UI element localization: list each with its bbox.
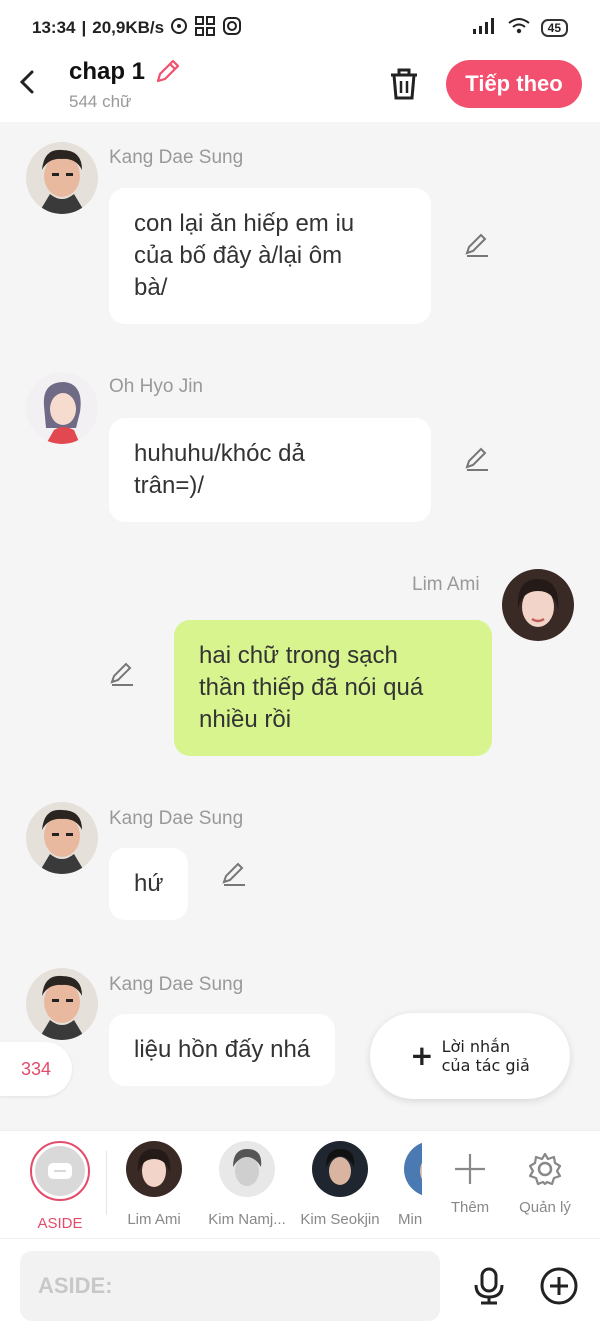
status-bar: 13:34 | 20,9KB/s 45 — [0, 0, 600, 56]
avatar — [219, 1141, 275, 1197]
character-aside[interactable]: ASIDE — [16, 1141, 104, 1232]
delete-button[interactable] — [386, 64, 422, 104]
edit-message-icon[interactable] — [463, 231, 491, 259]
microphone-button[interactable] — [468, 1265, 510, 1307]
status-speed: 20,9KB/s — [92, 18, 165, 37]
manage-label: Quản lý — [519, 1199, 571, 1216]
add-button[interactable] — [538, 1265, 580, 1307]
avatar-oh-hyo-jin[interactable] — [26, 372, 98, 444]
avatar-kang-dae-sung[interactable] — [26, 802, 98, 874]
signal-icon — [471, 17, 497, 40]
chat-area: Kang Dae Sung con lại ăn hiếp em iu của … — [0, 122, 600, 1130]
status-separator: | — [81, 18, 87, 37]
microphone-icon — [474, 1267, 504, 1305]
header: chap 1 544 chữ Tiếp theo — [0, 56, 600, 122]
avatar — [404, 1141, 422, 1197]
character-bar: ASIDE Lim Ami Kim Namj... Kim Seokjin Mi… — [0, 1130, 600, 1238]
edit-message-icon[interactable] — [220, 860, 248, 888]
sender-name: Kang Dae Sung — [109, 147, 244, 168]
character-lim-ami[interactable]: Lim Ami — [110, 1141, 198, 1228]
avatar-kang-dae-sung[interactable] — [26, 968, 98, 1040]
edit-message-icon[interactable] — [463, 445, 491, 473]
next-button[interactable]: Tiếp theo — [446, 60, 582, 108]
gear-icon — [501, 1141, 589, 1197]
character-kim-namjoon[interactable]: Kim Namj... — [203, 1141, 291, 1228]
avatar — [126, 1141, 182, 1197]
sender-name: Kang Dae Sung — [109, 808, 244, 829]
input-bar: ASIDE: — [0, 1238, 600, 1333]
message-bubble[interactable]: huhuhu/khóc dả trân=)/ — [109, 418, 431, 522]
trash-icon — [391, 68, 417, 100]
message-bubble[interactable]: con lại ăn hiếp em iu của bố đây à/lại ô… — [109, 188, 431, 324]
avatar-lim-ami[interactable] — [502, 569, 574, 641]
edit-message-icon[interactable] — [108, 660, 136, 688]
message-counter: 334 — [0, 1042, 72, 1096]
character-label: Lim Ami — [127, 1211, 181, 1228]
character-label: Kim Namj... — [208, 1211, 286, 1228]
character-kim-seokjin[interactable]: Kim Seokjin — [296, 1141, 384, 1228]
apps-icon — [194, 15, 216, 42]
message-bubble[interactable]: hứ — [109, 848, 189, 920]
message-bubble[interactable]: hai chữ trong sạch thần thiếp đã nói quá… — [174, 620, 492, 756]
divider — [106, 1151, 107, 1215]
character-label: ASIDE — [37, 1215, 83, 1232]
instagram-icon — [222, 16, 242, 41]
aside-icon — [30, 1141, 90, 1201]
message-input[interactable]: ASIDE: — [20, 1251, 440, 1321]
manage-button[interactable]: Quản lý — [501, 1141, 589, 1216]
avatar-kang-dae-sung[interactable] — [26, 142, 98, 214]
sender-name: Oh Hyo Jin — [109, 376, 203, 397]
character-min[interactable]: Min — [394, 1141, 422, 1228]
character-label: Kim Seokjin — [300, 1211, 380, 1228]
back-arrow-icon — [19, 70, 34, 94]
message-bubble[interactable]: liệu hồn đấy nhá — [109, 1014, 336, 1086]
character-label: Min — [398, 1211, 422, 1228]
page-title: chap 1 — [69, 58, 146, 85]
back-button[interactable] — [14, 64, 42, 100]
status-time: 13:34 — [32, 18, 76, 37]
plus-icon: + — [410, 1039, 434, 1072]
sender-name: Lim Ami — [412, 574, 480, 595]
author-note-line2: của tác giả — [441, 1056, 530, 1075]
battery-icon: 45 — [540, 19, 568, 37]
add-circle-icon — [540, 1267, 578, 1305]
avatar — [312, 1141, 368, 1197]
author-note-button[interactable]: + Lời nhắn của tác giả — [370, 1013, 570, 1099]
messenger-icon — [170, 17, 188, 40]
edit-title-icon[interactable] — [153, 56, 183, 86]
word-count: 544 chữ — [69, 92, 132, 111]
sender-name: Kang Dae Sung — [109, 974, 244, 995]
author-note-line1: Lời nhắn — [441, 1037, 511, 1056]
wifi-icon — [507, 17, 531, 40]
